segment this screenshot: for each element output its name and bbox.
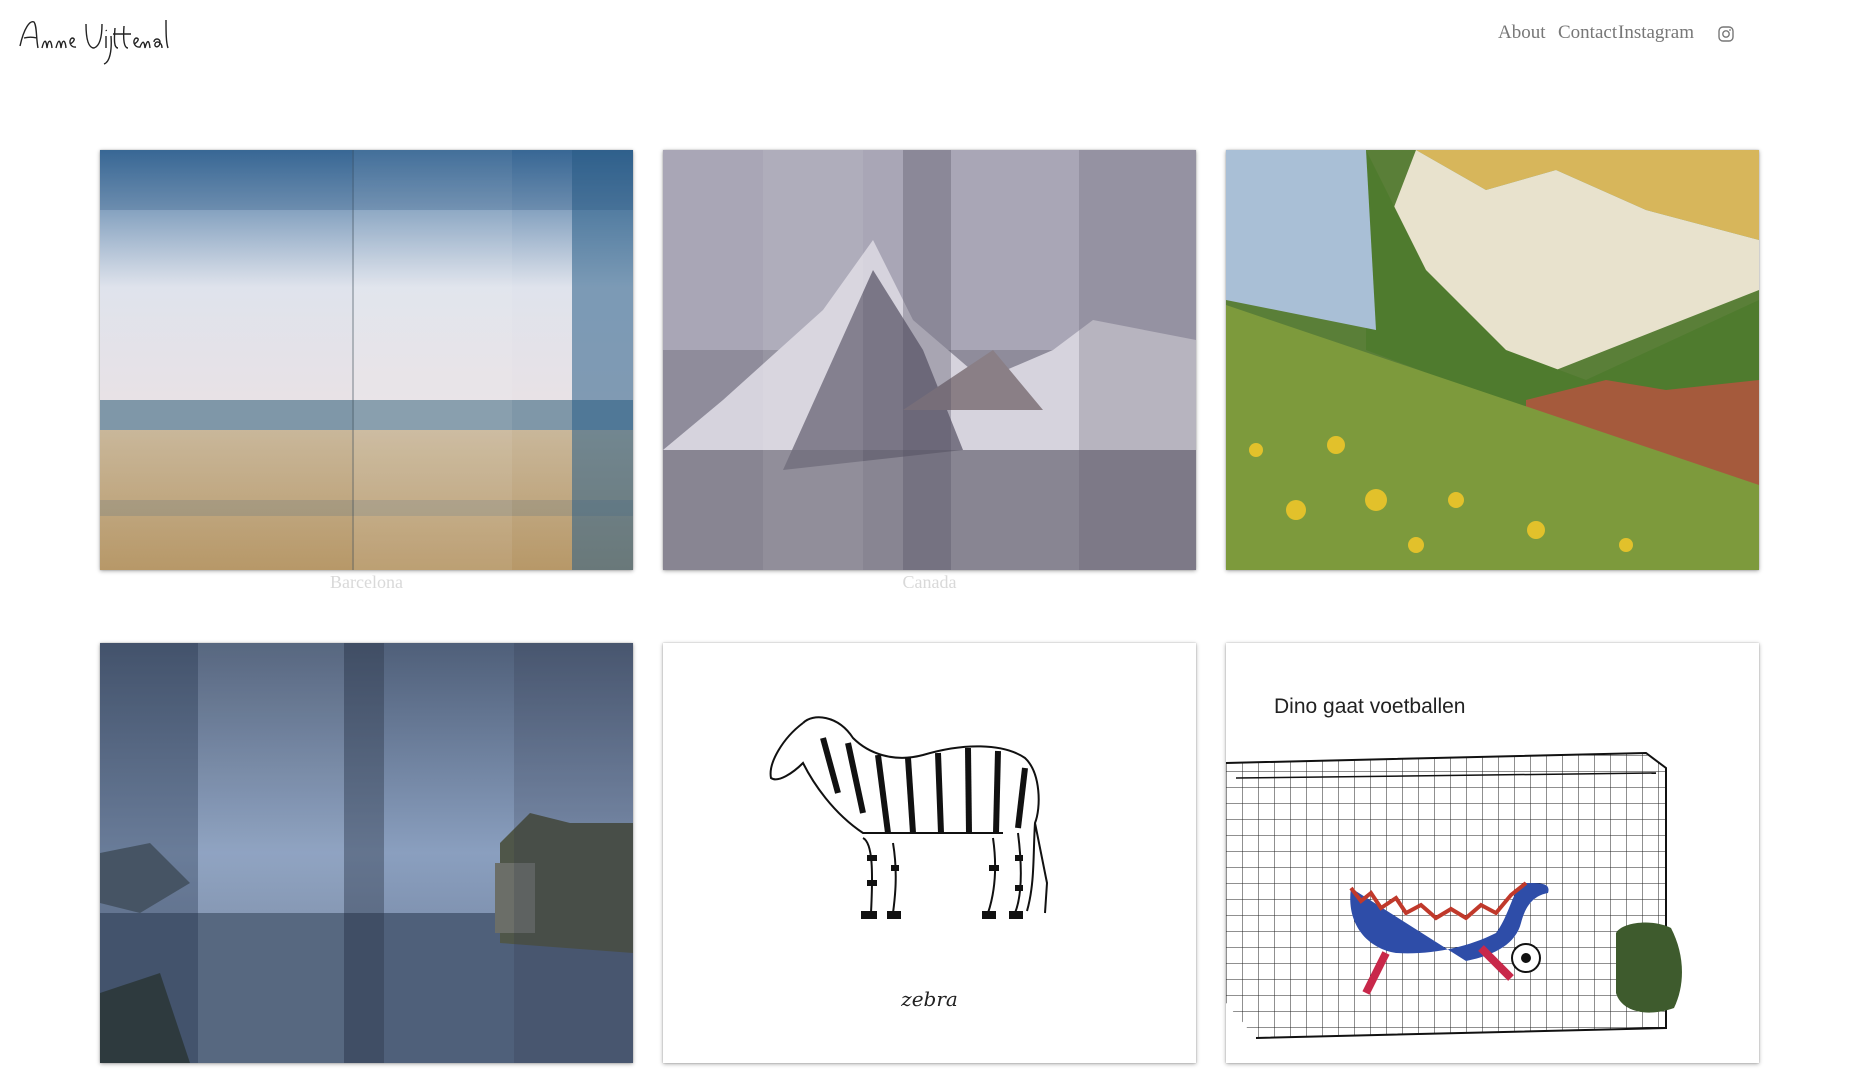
gallery-caption: Canada [902,572,957,592]
site-logo[interactable] [14,8,194,68]
gallery-item-coast[interactable] [100,643,633,1063]
top-nav: About Contact Instagram [1495,22,1855,50]
gallery-item-zebra[interactable]: zebra [663,643,1196,1063]
nav-about-link[interactable]: About [1498,22,1546,44]
nav-instagram-link[interactable]: Instagram [1618,22,1694,44]
gallery-item-canada[interactable] [663,150,1196,570]
gallery-item-dino[interactable]: Dino gaat voetballen [1226,643,1759,1063]
instagram-icon[interactable] [1718,26,1734,42]
nav-contact-link[interactable]: Contact [1558,22,1617,44]
handwritten-logo [19,19,169,65]
dino-title-text: Dino gaat voetballen [1274,695,1466,718]
alpine-meadow-collage-image [1226,150,1759,570]
coastal-town-collage-image [100,643,633,1063]
beach-collage-image [100,150,633,570]
mountain-collage-image [663,150,1196,570]
zebra-label: zebra [901,987,958,1011]
gallery-caption: Barcelona [330,572,403,592]
gallery-item-alpine[interactable] [1226,150,1759,570]
gallery-item-barcelona[interactable] [100,150,633,570]
